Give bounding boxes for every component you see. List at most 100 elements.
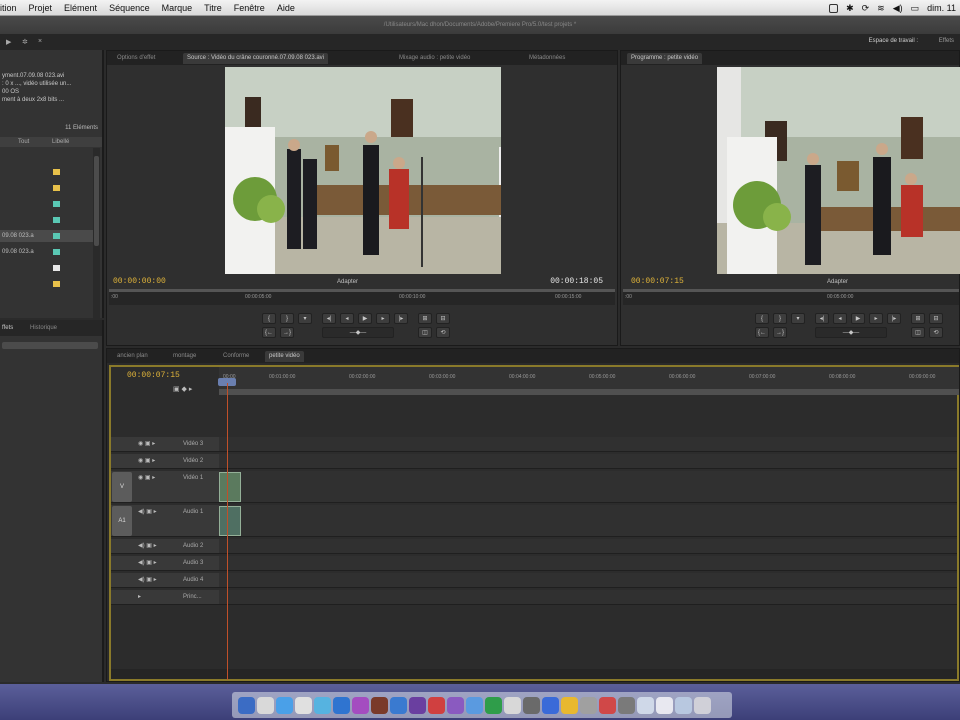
menubar-clock[interactable]: dim. 11: [927, 3, 956, 13]
program-time-ruler[interactable]: :00 00:05:00:00: [623, 289, 959, 305]
column-header-label[interactable]: Libellé: [52, 139, 69, 145]
timeline-ruler[interactable]: 00:00 00:01:00:00 00:02:00:00 00:03:00:0…: [219, 367, 959, 389]
speaker-icon[interactable]: ▸: [138, 593, 141, 600]
track-header[interactable]: V ◉ ▣ ▸ Vidéo 1: [111, 471, 219, 502]
loop-button[interactable]: ⟲: [436, 327, 450, 338]
mark-in-button[interactable]: {: [262, 313, 276, 324]
step-back-button[interactable]: ◂|: [322, 313, 336, 324]
track-body[interactable]: [219, 556, 957, 570]
track-body[interactable]: [219, 539, 957, 553]
tab-effects[interactable]: ffets: [2, 325, 13, 331]
set-marker-button[interactable]: ▾: [791, 313, 805, 324]
snap-icon[interactable]: ▣ ◆ ▸: [173, 385, 192, 393]
sync-icon[interactable]: ⟳: [862, 3, 870, 14]
play-button[interactable]: ▶: [358, 313, 372, 324]
export-frame-button[interactable]: ◫: [911, 327, 925, 338]
dock-app-icon[interactable]: [314, 696, 331, 714]
effects-search-input[interactable]: [2, 342, 98, 349]
dock-app-icon[interactable]: [447, 696, 464, 714]
track-body[interactable]: [219, 590, 957, 604]
source-fit-dropdown[interactable]: Adapter: [337, 279, 358, 285]
dock-app-icon[interactable]: [504, 696, 521, 714]
extract-button[interactable]: ⊟: [929, 313, 943, 324]
project-item-row[interactable]: [0, 166, 94, 178]
label-color-chip[interactable]: [53, 185, 60, 191]
overlay-button[interactable]: ⊟: [436, 313, 450, 324]
track-header[interactable]: A1 ◀) ▣ ▸ Audio 1: [111, 505, 219, 536]
dock-app-icon[interactable]: [276, 696, 293, 714]
source-timecode-current[interactable]: 00:00:00:00: [113, 277, 166, 286]
playhead-line[interactable]: [227, 383, 228, 680]
dock-app-icon[interactable]: [333, 696, 350, 714]
dock-app-icon[interactable]: [390, 696, 407, 714]
label-color-chip[interactable]: [53, 281, 60, 287]
battery-icon[interactable]: ▭: [911, 3, 920, 14]
track-header[interactable]: ◀) ▣ ▸ Audio 4: [111, 573, 219, 587]
speaker-icon[interactable]: ◀) ▣ ▸: [138, 508, 157, 515]
tab-source[interactable]: Source : Vidéo du crâne couronné.07.09.0…: [183, 53, 328, 64]
dock-app-icon[interactable]: [694, 696, 711, 714]
audio-clip[interactable]: [219, 506, 241, 536]
project-item-row[interactable]: 09.08 023.a: [0, 230, 94, 242]
wifi-icon[interactable]: ≋: [877, 3, 885, 14]
eye-icon[interactable]: ◉ ▣ ▸: [138, 474, 155, 481]
tab-metadata[interactable]: Métadonnées: [525, 53, 569, 64]
video-clip[interactable]: [219, 472, 241, 502]
insert-button[interactable]: ⊞: [418, 313, 432, 324]
track-header[interactable]: ▸ Princ...: [111, 590, 219, 604]
track-body[interactable]: [219, 437, 957, 451]
menu-item-fenetre[interactable]: Fenêtre: [234, 3, 265, 13]
project-item-row[interactable]: [0, 182, 94, 194]
column-header-all[interactable]: Tout: [18, 139, 29, 145]
dock-app-icon[interactable]: [599, 696, 616, 714]
work-area-bar[interactable]: [219, 389, 959, 395]
gear-icon[interactable]: ✲: [22, 38, 30, 46]
set-marker-button[interactable]: ▾: [298, 313, 312, 324]
dock-app-icon[interactable]: [352, 696, 369, 714]
dock-app-icon[interactable]: [618, 696, 635, 714]
track-header[interactable]: ◉ ▣ ▸ Vidéo 2: [111, 454, 219, 468]
goto-in-button[interactable]: {←: [755, 327, 769, 338]
tab-sequence-montage[interactable]: montage: [169, 351, 200, 362]
mark-out-button[interactable]: }: [280, 313, 294, 324]
dock-app-icon[interactable]: [523, 696, 540, 714]
dock-app-icon[interactable]: [542, 696, 559, 714]
timeline-scrollbar[interactable]: [111, 669, 957, 679]
tab-effect-options[interactable]: Options d'effet: [113, 53, 159, 64]
window-icon[interactable]: [829, 3, 839, 13]
tab-history[interactable]: Historique: [30, 325, 57, 331]
track-header[interactable]: ◉ ▣ ▸ Vidéo 3: [111, 437, 219, 451]
menu-item-marque[interactable]: Marque: [162, 3, 193, 13]
project-item-row[interactable]: [0, 214, 94, 226]
speaker-icon[interactable]: ◀) ▣ ▸: [138, 559, 157, 566]
tab-program[interactable]: Programme : petite vidéo: [627, 53, 703, 64]
speaker-icon[interactable]: ◀) ▣ ▸: [138, 576, 157, 583]
menu-item-element[interactable]: Elément: [64, 3, 97, 13]
program-timecode-current[interactable]: 00:00:07:15: [631, 277, 684, 286]
lift-button[interactable]: ⊞: [911, 313, 925, 324]
project-item-row[interactable]: [0, 278, 94, 290]
label-color-chip[interactable]: [53, 201, 60, 207]
jog-shuttle[interactable]: —◆—: [322, 327, 394, 338]
goto-out-button[interactable]: →}: [280, 327, 294, 338]
mark-out-button[interactable]: }: [773, 313, 787, 324]
jog-shuttle[interactable]: —◆—: [815, 327, 887, 338]
dock-app-icon[interactable]: [675, 696, 692, 714]
prev-frame-button[interactable]: ◂: [833, 313, 847, 324]
track-header[interactable]: ◀) ▣ ▸ Audio 2: [111, 539, 219, 553]
dock-app-icon[interactable]: [637, 696, 654, 714]
tab-audio-mixer[interactable]: Mixage audio : petite vidéo: [395, 53, 474, 64]
eye-icon[interactable]: ◉ ▣ ▸: [138, 440, 155, 447]
dock-app-icon[interactable]: [466, 696, 483, 714]
export-frame-button[interactable]: ◫: [418, 327, 432, 338]
dock-app-icon[interactable]: [257, 696, 274, 714]
dock-app-icon[interactable]: [580, 696, 597, 714]
label-color-chip[interactable]: [53, 233, 60, 239]
workspace-label[interactable]: Espace de travail :: [869, 38, 918, 44]
label-color-chip[interactable]: [53, 249, 60, 255]
source-time-ruler[interactable]: :00 00:00:05:00 00:00:10:00 00:00:15:00: [109, 289, 615, 305]
timeline-timecode[interactable]: 00:00:07:15: [127, 371, 180, 380]
dock-app-icon[interactable]: [295, 696, 312, 714]
play-icon[interactable]: ▶: [6, 38, 14, 46]
eye-icon[interactable]: ◉ ▣ ▸: [138, 457, 155, 464]
